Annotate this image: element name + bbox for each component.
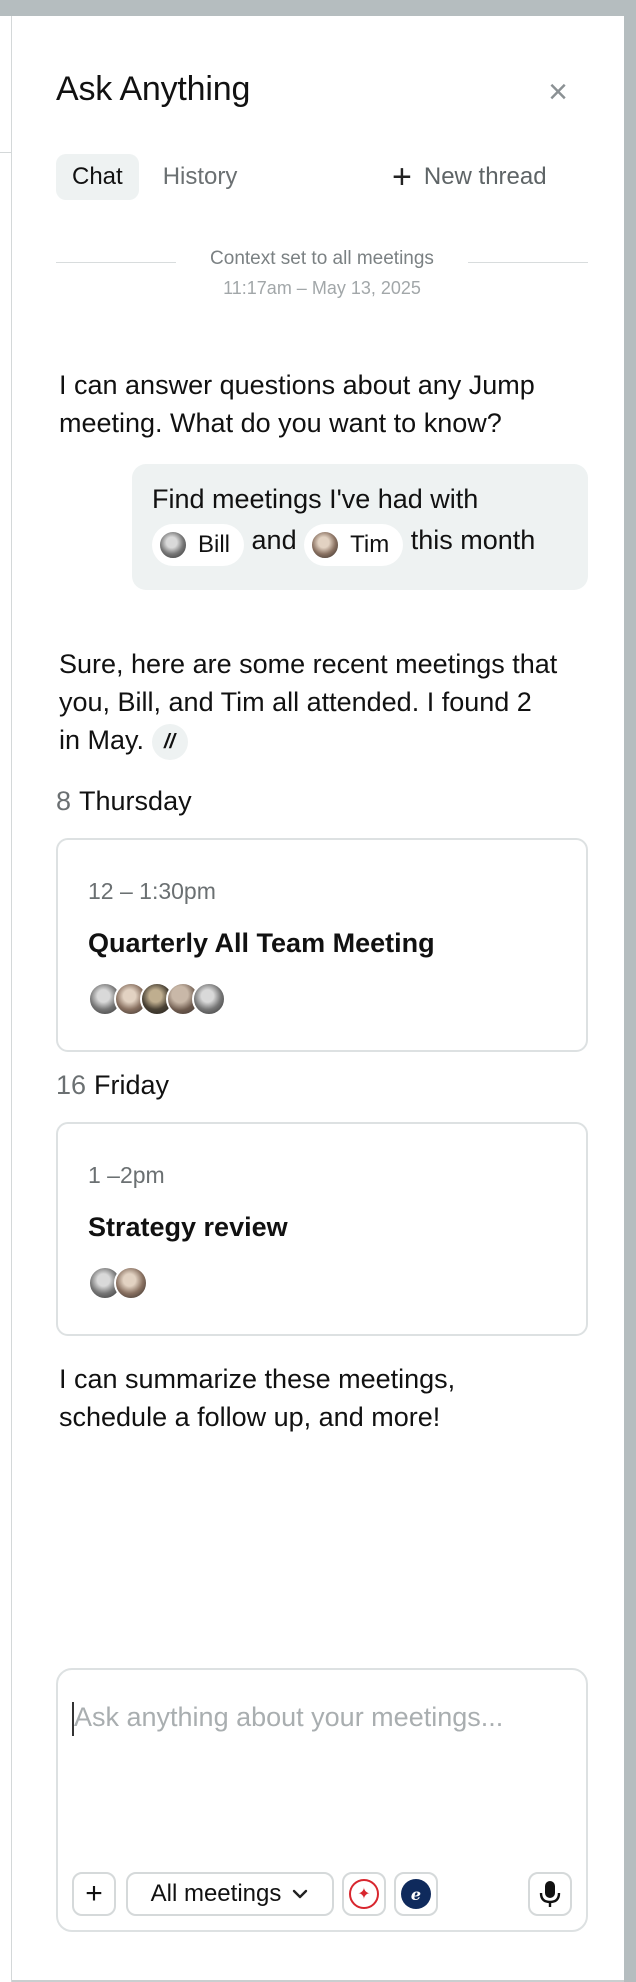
filter-label: All meetings bbox=[150, 1880, 282, 1907]
avatar bbox=[158, 530, 188, 560]
context-text: Context set to all meetings bbox=[210, 248, 434, 269]
close-icon[interactable]: × bbox=[540, 74, 576, 110]
text-caret bbox=[72, 1702, 74, 1736]
tab-history[interactable]: History bbox=[147, 154, 254, 200]
day-name: Thursday bbox=[79, 786, 192, 816]
user-message-and: and bbox=[251, 525, 297, 556]
blue-integration-icon: e bbox=[401, 1879, 431, 1909]
person-chip-bill[interactable]: Bill bbox=[152, 524, 245, 566]
context-timestamp: 11:17am – May 13, 2025 bbox=[223, 278, 421, 298]
new-thread-button[interactable]: + New thread bbox=[392, 154, 547, 200]
message-input[interactable]: Ask anything about your meetings... bbox=[74, 1702, 503, 1733]
meeting-card[interactable]: 12 – 1:30pm Quarterly All Team Meeting bbox=[56, 838, 588, 1052]
meeting-card[interactable]: 1 –2pm Strategy review bbox=[56, 1122, 588, 1336]
avatar bbox=[114, 1266, 148, 1300]
microphone-button[interactable] bbox=[528, 1872, 572, 1916]
chat-composer: Ask anything about your meetings... + Al… bbox=[56, 1668, 588, 1932]
jump-logo-icon: // bbox=[151, 723, 188, 760]
red-integration-icon: ✦ bbox=[349, 1879, 379, 1909]
add-attachment-button[interactable]: + bbox=[72, 1872, 116, 1916]
person-name: Bill bbox=[198, 531, 231, 558]
tab-chat[interactable]: Chat bbox=[56, 154, 139, 200]
assistant-message-reply: Sure, here are some recent meetings that… bbox=[59, 645, 559, 760]
reply-text: Sure, here are some recent meetings that… bbox=[59, 649, 558, 755]
day-header: 16 Friday bbox=[56, 1070, 169, 1101]
avatar bbox=[310, 530, 341, 560]
day-number: 16 bbox=[56, 1070, 87, 1100]
assistant-message-intro: I can answer questions about any Jump me… bbox=[59, 370, 535, 438]
tab-bar: Chat History bbox=[56, 154, 253, 200]
microphone-icon bbox=[539, 1881, 561, 1907]
assistant-message-outro: I can summarize these meetings, schedule… bbox=[59, 1364, 456, 1432]
panel-title: Ask Anything bbox=[56, 70, 251, 108]
meeting-time: 1 –2pm bbox=[88, 1162, 165, 1188]
plus-icon: + bbox=[392, 158, 412, 196]
new-thread-label: New thread bbox=[423, 163, 547, 190]
background-sidebar-edge bbox=[0, 16, 12, 1982]
context-divider: Context set to all meetings 11:17am – Ma… bbox=[56, 248, 588, 299]
plus-icon: + bbox=[85, 1877, 103, 1910]
red-integration-button[interactable]: ✦ bbox=[342, 1872, 386, 1916]
attendee-avatars bbox=[88, 982, 226, 1016]
user-message: Find meetings I've had with Bill and Tim… bbox=[132, 464, 588, 590]
meeting-title: Quarterly All Team Meeting bbox=[88, 928, 435, 958]
person-name: Tim bbox=[350, 531, 390, 558]
day-name: Friday bbox=[94, 1070, 170, 1100]
person-chip-tim[interactable]: Tim bbox=[304, 524, 404, 566]
meeting-title: Strategy review bbox=[88, 1212, 288, 1242]
user-message-suffix: this month bbox=[410, 525, 536, 556]
avatar bbox=[192, 982, 226, 1016]
user-message-prefix: Find meetings I've had with bbox=[152, 484, 479, 514]
ask-anything-panel: Ask Anything × Chat History + New thread… bbox=[12, 16, 624, 1982]
blue-integration-button[interactable]: e bbox=[394, 1872, 438, 1916]
meeting-filter-dropdown[interactable]: All meetings bbox=[126, 1872, 334, 1916]
attendee-avatars bbox=[88, 1266, 148, 1300]
chevron-down-icon bbox=[293, 1889, 308, 1899]
day-header: 8 Thursday bbox=[56, 786, 192, 817]
meeting-time: 12 – 1:30pm bbox=[88, 878, 216, 904]
day-number: 8 bbox=[56, 786, 72, 816]
